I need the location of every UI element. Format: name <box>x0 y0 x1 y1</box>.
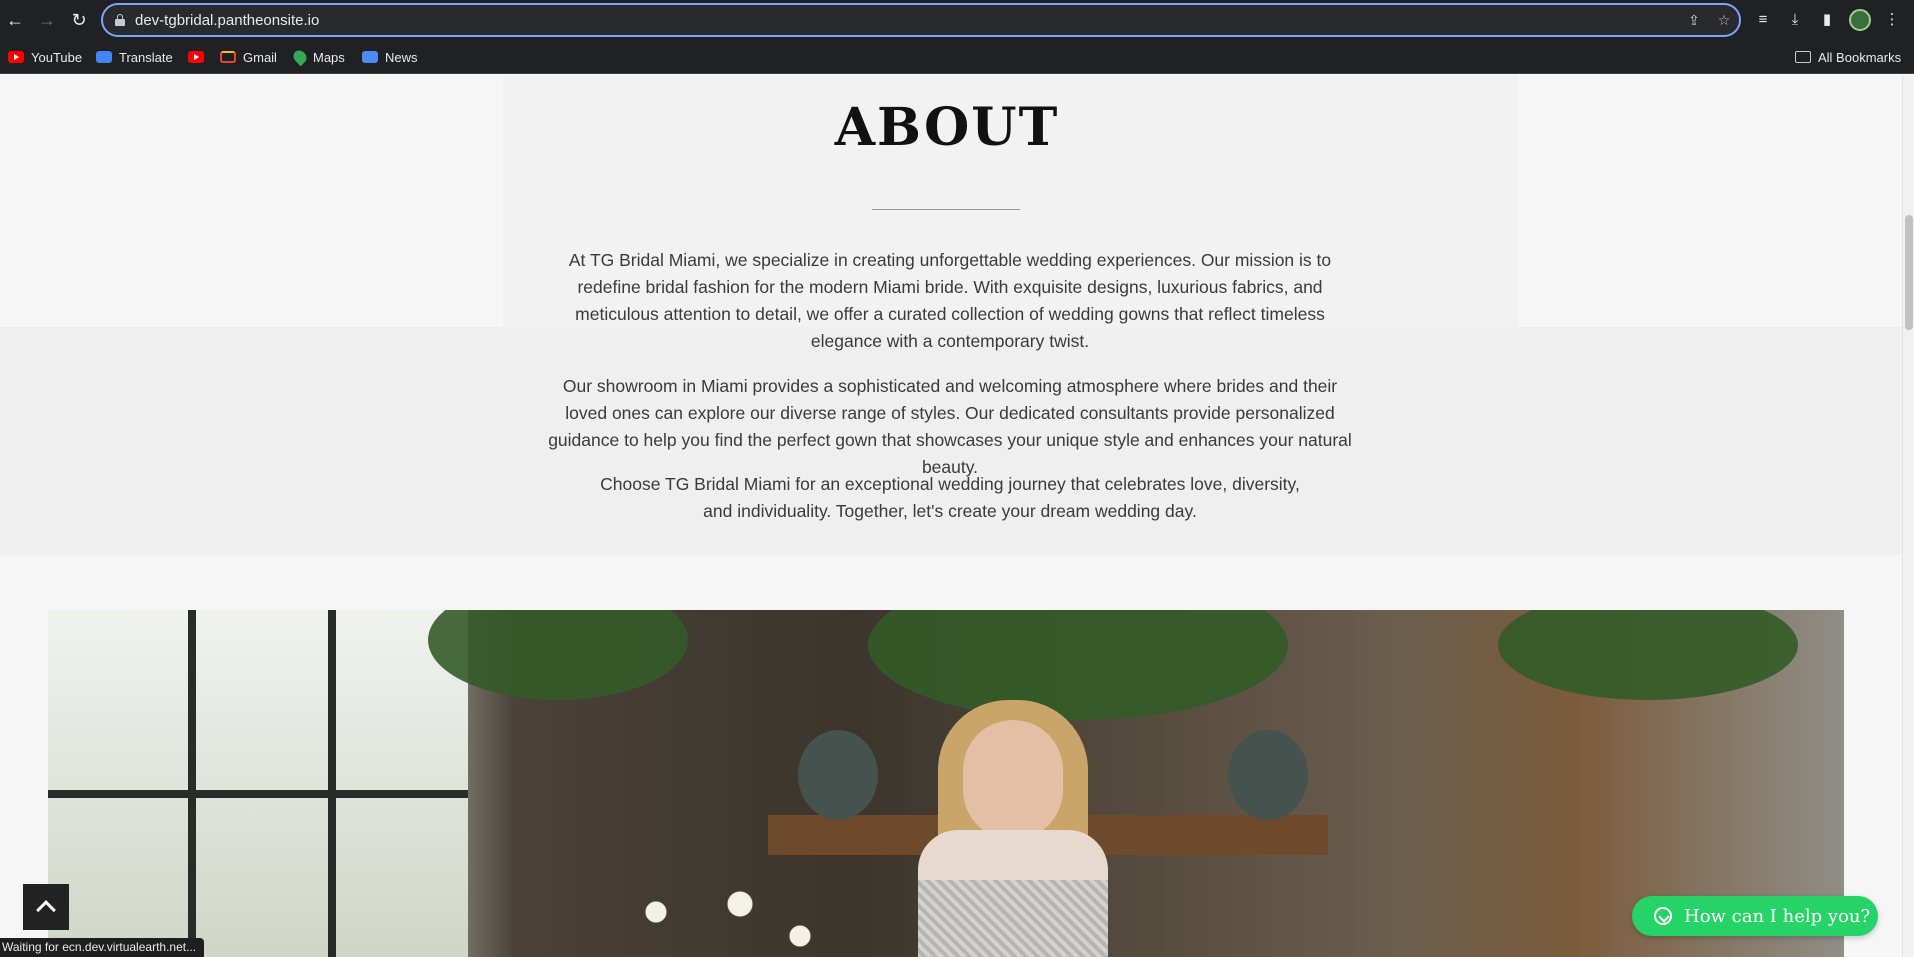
whatsapp-icon <box>1654 907 1672 925</box>
window-mullion <box>188 610 196 957</box>
youtube-icon <box>8 51 24 63</box>
whatsapp-chat-button[interactable]: How can I help you? <box>1632 896 1878 936</box>
scrollbar[interactable] <box>1902 75 1914 957</box>
folder-icon <box>1795 51 1811 63</box>
window-mullion <box>328 610 336 957</box>
address-bar[interactable]: dev-tgbridal.pantheonsite.io ⇪ ☆ <box>101 3 1741 37</box>
bookmark-star-icon[interactable]: ☆ <box>1715 11 1733 29</box>
about-paragraph-2: Our showroom in Miami provides a sophist… <box>548 376 1352 477</box>
side-panel-icon[interactable]: ▮ <box>1816 9 1838 31</box>
chevron-up-icon <box>36 900 56 920</box>
about-heading: ABOUT <box>834 97 1060 158</box>
about-paragraph-3: Choose TG Bridal Miami for an exceptiona… <box>600 474 1300 521</box>
plant-pot <box>1228 730 1308 820</box>
maps-icon <box>290 47 310 67</box>
bookmark-gmail[interactable]: Gmail <box>220 48 277 66</box>
whatsapp-label: How can I help you? <box>1684 905 1871 927</box>
bookmark-label: Translate <box>119 49 173 65</box>
bookmarks-bar: YouTube Translate Gmail Maps News All Bo… <box>0 40 1914 74</box>
all-bookmarks[interactable]: All Bookmarks <box>1795 48 1901 66</box>
bookmark-label: Gmail <box>243 49 277 65</box>
share-icon[interactable]: ⇪ <box>1685 11 1703 29</box>
ivy-foliage <box>868 610 1288 720</box>
scrollbar-thumb[interactable] <box>1905 215 1913 330</box>
download-icon[interactable]: ⤓ <box>1784 9 1806 31</box>
hero-image <box>48 610 1844 957</box>
reading-list-icon[interactable]: ≡ <box>1752 9 1774 31</box>
bookmark-maps[interactable]: Maps <box>290 47 345 67</box>
page-content: ABOUT At TG Bridal Miami, we specialize … <box>0 75 1902 957</box>
lock-icon[interactable] <box>115 14 125 26</box>
back-icon[interactable]: ← <box>4 9 26 31</box>
bookmark-youtube[interactable]: YouTube <box>8 48 82 66</box>
ivy-foliage <box>1498 610 1798 700</box>
bookmark-label: YouTube <box>31 49 83 65</box>
reload-icon[interactable]: ↻ <box>68 9 90 31</box>
status-bar: Waiting for ecn.dev.virtualearth.net... <box>0 938 205 957</box>
white-flowers <box>608 880 848 957</box>
plant-pot <box>798 730 878 820</box>
bride-face <box>963 720 1063 840</box>
bookmark-news[interactable]: News <box>362 48 418 66</box>
divider <box>872 209 1020 210</box>
menu-kebab-icon[interactable]: ⋮ <box>1881 9 1903 31</box>
about-paragraph-1: At TG Bridal Miami, we specialize in cre… <box>568 250 1332 351</box>
all-bookmarks-label: All Bookmarks <box>1818 49 1902 65</box>
bookmark-label: News <box>385 49 418 65</box>
window-mullion <box>48 790 468 798</box>
wedding-dress <box>918 880 1108 957</box>
browser-toolbar: ← → ↻ dev-tgbridal.pantheonsite.io ⇪ ☆ ≡… <box>0 0 1914 40</box>
news-icon <box>362 51 378 63</box>
gmail-icon <box>220 51 236 63</box>
bookmark-youtube-2[interactable] <box>188 48 211 66</box>
youtube-icon <box>188 51 204 63</box>
forward-icon[interactable]: → <box>36 9 58 31</box>
back-to-top-button[interactable] <box>23 884 69 930</box>
window-background <box>48 610 468 957</box>
bookmark-translate[interactable]: Translate <box>96 48 173 66</box>
bookmark-label: Maps <box>313 49 345 65</box>
url-text[interactable]: dev-tgbridal.pantheonsite.io <box>135 12 319 29</box>
translate-icon <box>96 51 112 63</box>
about-section: ABOUT At TG Bridal Miami, we specialize … <box>0 75 1902 555</box>
profile-avatar[interactable] <box>1849 9 1871 31</box>
